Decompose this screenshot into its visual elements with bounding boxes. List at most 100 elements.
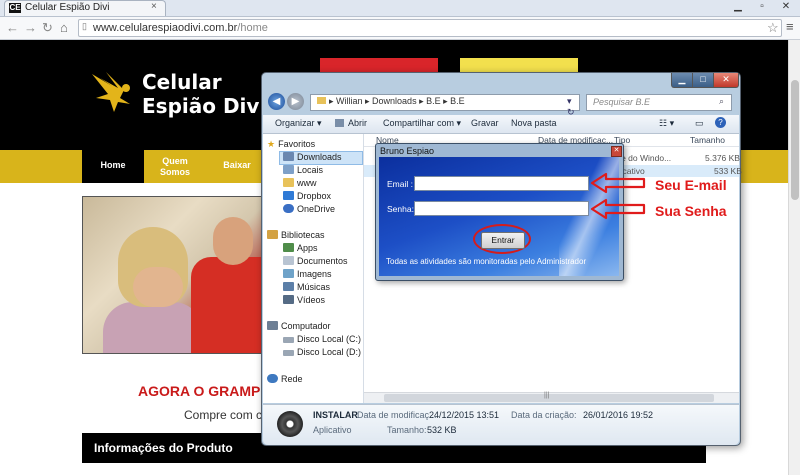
places-icon: [283, 165, 294, 174]
nav-www-label: www: [297, 178, 317, 188]
organize-menu[interactable]: Organizar ▾: [275, 118, 322, 129]
nav-libraries[interactable]: Bibliotecas: [267, 230, 325, 240]
browser-menu-icon[interactable]: ≡: [786, 19, 794, 34]
password-arrow-icon: [590, 198, 646, 220]
explorer-nav-pane: ★ Favoritos Downloads Locais www Dropbox …: [263, 134, 364, 403]
reload-icon[interactable]: ↻: [42, 20, 53, 36]
hero-figure-hands: [133, 267, 183, 307]
videos-icon: [283, 295, 294, 304]
burn-button[interactable]: Gravar: [471, 118, 499, 128]
nav-images[interactable]: Imagens: [283, 269, 332, 279]
page-scroll-thumb[interactable]: [791, 80, 799, 200]
details-modified-label: Data de modificaç...: [357, 410, 437, 420]
nav-quem-somos[interactable]: Quem Somos: [150, 150, 200, 183]
nav-videos-label: Vídeos: [297, 295, 326, 305]
explorer-titlebar[interactable]: ▁ □ ✕: [262, 73, 740, 89]
nav-apps[interactable]: Apps: [283, 243, 318, 253]
details-modified-value: 24/12/2015 13:51: [429, 410, 500, 420]
page-scrollbar[interactable]: [788, 40, 800, 475]
drive-icon: [283, 337, 294, 343]
explorer-forward-icon[interactable]: ▶: [287, 93, 304, 110]
browser-tab[interactable]: CE Celular Espião Divi ×: [4, 0, 166, 16]
forward-arrow-icon[interactable]: →: [24, 20, 37, 35]
dialog-body: Email : Senha: Entrar Todas as atividade…: [379, 157, 619, 276]
nav-www[interactable]: www: [283, 178, 317, 188]
email-field[interactable]: [414, 176, 589, 191]
nav-disk-d[interactable]: Disco Local (D:): [283, 347, 361, 357]
window-minimize-icon[interactable]: ▁: [726, 0, 750, 15]
browser-toolbar: ← → ↻ ⌂ ▯ www.celularespiaodivi.com.br/h…: [0, 17, 800, 40]
nav-home[interactable]: Home: [82, 150, 144, 183]
nav-computer[interactable]: Computador: [267, 321, 331, 331]
home-icon[interactable]: ⌂: [60, 20, 68, 35]
column-size[interactable]: Tamanho: [690, 135, 725, 145]
open-app-icon: [335, 119, 344, 127]
dropbox-icon: [283, 191, 294, 200]
tab-close-icon[interactable]: ×: [151, 1, 157, 12]
nav-downloads[interactable]: Downloads: [283, 152, 342, 162]
details-size-value: 532 KB: [427, 425, 457, 435]
new-folder-button[interactable]: Nova pasta: [511, 118, 557, 128]
logo-text-line1[interactable]: Celular: [142, 70, 222, 94]
nav-documents-label: Documentos: [297, 256, 348, 266]
nav-baixar[interactable]: Baixar: [212, 150, 262, 183]
open-button[interactable]: Abrir: [335, 118, 367, 128]
installer-disc-icon: [277, 411, 303, 437]
window-maximize-icon[interactable]: ▫: [750, 0, 774, 15]
url-path: /home: [237, 22, 268, 34]
grip-icon: |||: [544, 392, 550, 399]
enter-button[interactable]: Entrar: [481, 232, 525, 249]
password-field[interactable]: [414, 201, 589, 216]
nav-quem-somos-label: Quem Somos: [159, 156, 190, 177]
explorer-breadcrumb-text: ▸ Willian ▸ Downloads ▸ B.E ▸ B.E: [329, 96, 465, 106]
file-size-cell: 5.376 KB: [705, 153, 740, 163]
explorer-minimize-icon[interactable]: ▁: [671, 73, 693, 88]
preview-pane-icon[interactable]: ▭: [695, 118, 704, 129]
nav-videos[interactable]: Vídeos: [283, 295, 325, 305]
downloads-folder-icon: [283, 152, 294, 161]
music-icon: [283, 282, 294, 291]
nav-favorites[interactable]: ★ Favoritos: [267, 139, 315, 150]
explorer-breadcrumb[interactable]: ▸ Willian ▸ Downloads ▸ B.E ▸ B.E: [317, 96, 465, 107]
explorer-details-pane: INSTALAR Aplicativo Data de modificaç...…: [263, 404, 739, 445]
library-icon: [267, 230, 278, 239]
dialog-close-icon[interactable]: ✕: [611, 146, 622, 157]
nav-music[interactable]: Músicas: [283, 282, 330, 292]
address-bar[interactable]: ▯ www.celularespiaodivi.com.br/home ☆: [78, 19, 782, 37]
nav-documents[interactable]: Documentos: [283, 256, 348, 266]
annotation-arrows: [590, 172, 646, 220]
nav-places[interactable]: Locais: [283, 165, 323, 175]
logo-text-line2[interactable]: Espião Divi: [142, 94, 266, 118]
explorer-close-icon[interactable]: ✕: [713, 73, 739, 88]
hero-figure-couple-head: [213, 217, 253, 265]
bookmark-star-icon[interactable]: ☆: [767, 20, 779, 36]
nav-onedrive[interactable]: OneDrive: [283, 204, 335, 214]
nav-network[interactable]: Rede: [267, 374, 303, 384]
email-annotation: Seu E-mail: [655, 177, 727, 193]
computer-icon: [267, 321, 278, 330]
search-icon[interactable]: ⌕: [719, 96, 724, 107]
nav-favorites-label: Favoritos: [278, 139, 316, 149]
explorer-maximize-icon[interactable]: □: [692, 73, 714, 88]
nav-disk-c[interactable]: Disco Local (C:): [283, 334, 361, 344]
explorer-search-box[interactable]: Pesquisar B.E ⌕: [586, 94, 732, 111]
url-text[interactable]: www.celularespiaodivi.com.br/home: [93, 22, 268, 34]
drive-icon: [283, 350, 294, 356]
nav-onedrive-label: OneDrive: [297, 204, 336, 214]
share-menu[interactable]: Compartilhar com ▾: [383, 118, 461, 129]
tab-title: Celular Espião Divi: [25, 2, 110, 13]
hscroll-thumb[interactable]: |||: [384, 392, 714, 402]
window-close-icon[interactable]: ✕: [774, 0, 798, 15]
eagle-logo-icon: [92, 72, 130, 112]
explorer-address-bar[interactable]: ▸ Willian ▸ Downloads ▸ B.E ▸ B.E ▾ ↻: [310, 94, 580, 117]
file-size-cell: 533 KB: [714, 166, 742, 176]
details-file-name: INSTALAR: [313, 410, 358, 420]
help-icon[interactable]: ?: [715, 117, 726, 128]
view-options-icon[interactable]: ☷ ▾: [659, 118, 674, 129]
file-list-hscrollbar[interactable]: |||: [364, 392, 739, 403]
nav-apps-label: Apps: [297, 243, 318, 253]
back-arrow-icon[interactable]: ←: [6, 20, 19, 35]
nav-dropbox[interactable]: Dropbox: [283, 191, 331, 201]
password-label: Senha:: [387, 204, 414, 214]
explorer-back-icon[interactable]: ◀: [268, 93, 285, 110]
